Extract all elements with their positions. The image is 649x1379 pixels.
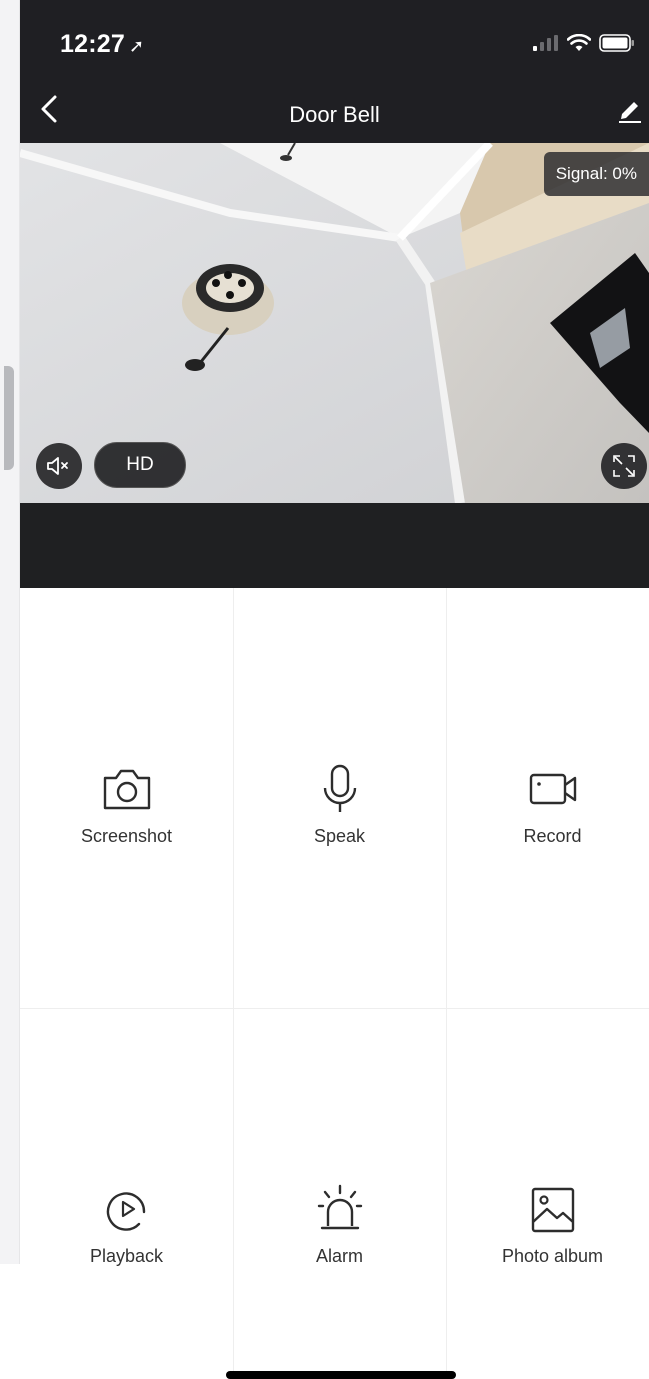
microphone-icon (323, 764, 356, 812)
wifi-icon (567, 34, 591, 51)
action-label: Speak (313, 826, 366, 846)
photo-album-button[interactable]: Photo album (446, 1184, 649, 1267)
action-label: Playback (89, 1246, 164, 1266)
quality-toggle-button[interactable]: HD (94, 442, 186, 488)
status-time-text: 12:27 (60, 30, 125, 58)
background-app-strip (0, 0, 20, 1264)
edit-button[interactable] (617, 96, 643, 124)
page-title: Door Bell (289, 102, 380, 127)
action-label: Record (523, 826, 582, 846)
signal-badge: Signal: 0% (543, 152, 649, 196)
mute-button[interactable] (36, 443, 82, 489)
status-icons (533, 34, 635, 52)
side-handle[interactable] (4, 366, 14, 470)
record-button[interactable]: Record (446, 764, 649, 847)
action-label: Alarm (315, 1246, 363, 1266)
camera-icon (103, 769, 150, 810)
home-indicator[interactable] (226, 1371, 456, 1379)
action-grid: Screenshot Speak Record Playback Alarm P… (20, 588, 649, 1379)
fullscreen-button[interactable] (601, 443, 647, 489)
battery-icon (599, 34, 634, 52)
door-bell-screen: 12:27 ➚ Door Bell Signal: 0% HD Screensh… (20, 0, 649, 1379)
speaker-muted-icon (47, 457, 68, 475)
status-time: 12:27 ➚ (60, 30, 144, 59)
fullscreen-icon (613, 455, 635, 477)
location-arrow-icon: ➚ (128, 36, 145, 56)
photo-album-icon (531, 1187, 574, 1233)
alarm-button[interactable]: Alarm (233, 1184, 446, 1267)
playback-icon (106, 1192, 145, 1231)
video-letterbox (20, 503, 649, 588)
grid-divider (20, 1008, 649, 1009)
cellular-signal-icon (533, 35, 558, 51)
video-camera-icon (529, 773, 576, 805)
action-label: Photo album (501, 1246, 604, 1266)
speak-button[interactable]: Speak (233, 764, 446, 847)
screenshot-button[interactable]: Screenshot (20, 764, 233, 847)
action-label: Screenshot (80, 826, 173, 846)
alarm-siren-icon (317, 1184, 362, 1230)
playback-button[interactable]: Playback (20, 1184, 233, 1267)
header-bar: 12:27 ➚ Door Bell (20, 0, 649, 143)
